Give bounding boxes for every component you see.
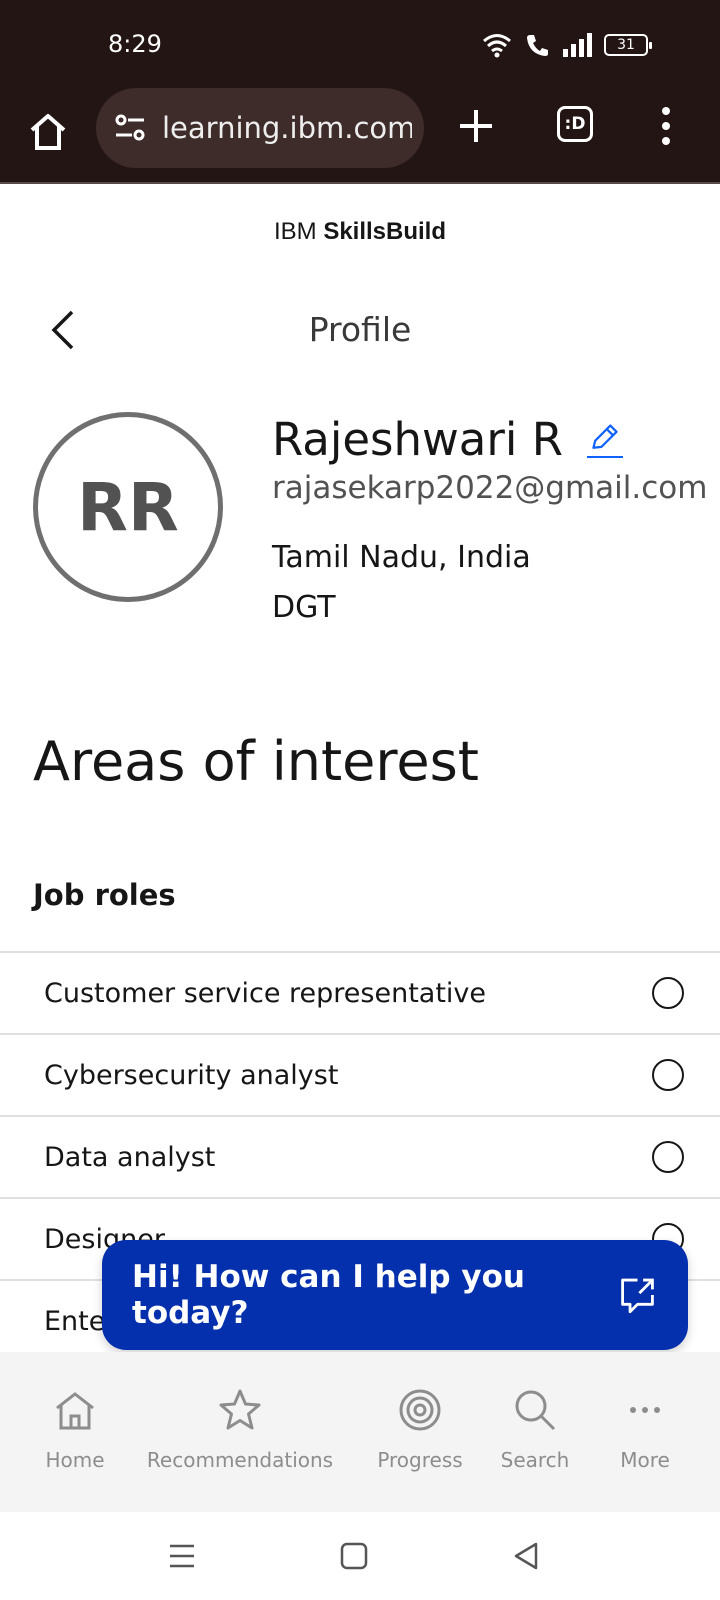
job-role-item[interactable]: Data analyst: [0, 1117, 720, 1199]
job-role-label: Ente: [44, 1305, 106, 1337]
home-icon: [56, 1392, 94, 1430]
job-role-item[interactable]: Cybersecurity analyst: [0, 1035, 720, 1117]
nav-search[interactable]: Search: [495, 1352, 575, 1512]
nav-recommendations[interactable]: Recommendations: [146, 1352, 334, 1512]
chat-assistant-button[interactable]: Hi! How can I help you today?: [102, 1240, 688, 1350]
nav-more-label: More: [620, 1448, 670, 1472]
nav-home[interactable]: Home: [40, 1352, 110, 1512]
bottom-nav: Home Recommendations Progress Search Mor…: [0, 1352, 720, 1512]
recent-apps-icon[interactable]: [166, 1540, 198, 1572]
more-icon: [630, 1407, 660, 1413]
nav-more[interactable]: More: [605, 1352, 685, 1512]
page-title: Profile: [308, 310, 412, 349]
job-role-label: Cybersecurity analyst: [44, 1059, 339, 1091]
nav-recommendations-label: Recommendations: [146, 1448, 334, 1472]
job-roles-heading: Job roles: [33, 878, 176, 912]
profile-email: rajasekarp2022@gmail.com: [272, 470, 708, 506]
job-role-radio[interactable]: [652, 1141, 684, 1173]
signal-icon: [563, 33, 592, 57]
call-icon: [527, 35, 548, 56]
address-bar[interactable]: learning.ibm.com: [96, 88, 424, 168]
nav-home-label: Home: [45, 1448, 105, 1472]
chat-launch-icon: [621, 1278, 654, 1314]
brand-header[interactable]: IBM SkillsBuild: [0, 218, 720, 246]
job-role-item[interactable]: Customer service representative: [0, 953, 720, 1035]
home-icon[interactable]: [28, 108, 68, 156]
system-nav-bar: [0, 1512, 720, 1600]
profile-location: Tamil Nadu, India: [272, 540, 531, 575]
profile-name: Rajeshwari R: [272, 413, 563, 466]
nav-progress[interactable]: Progress: [370, 1352, 470, 1512]
chat-assistant-label: Hi! How can I help you today?: [132, 1259, 525, 1331]
job-role-label: Data analyst: [44, 1141, 216, 1173]
status-time: 8:29: [108, 30, 162, 58]
job-role-radio[interactable]: [652, 1059, 684, 1091]
status-bar: 8:29 31: [0, 0, 720, 88]
plus-icon[interactable]: [458, 108, 494, 144]
job-role-label: Customer service representative: [44, 977, 487, 1009]
brand-prefix: IBM: [273, 218, 317, 245]
areas-of-interest-heading: Areas of interest: [33, 730, 479, 793]
job-role-radio[interactable]: [652, 977, 684, 1009]
overflow-menu-icon[interactable]: [658, 106, 674, 146]
battery-icon: 31: [604, 34, 652, 56]
profile-name-row: Rajeshwari R: [272, 413, 623, 466]
avatar: RR: [33, 412, 223, 602]
profile-organization: DGT: [272, 590, 336, 625]
progress-icon: [399, 1389, 441, 1431]
nav-progress-label: Progress: [377, 1448, 463, 1472]
wifi-icon: [483, 34, 511, 58]
url-text: learning.ibm.com: [162, 111, 412, 145]
browser-toolbar: learning.ibm.com :D: [0, 88, 720, 184]
nav-search-label: Search: [500, 1448, 570, 1472]
brand-name: SkillsBuild: [323, 218, 447, 245]
home-square-icon[interactable]: [338, 1540, 370, 1572]
status-icons: 31: [482, 30, 652, 60]
star-icon: [219, 1389, 261, 1430]
back-triangle-icon[interactable]: [510, 1540, 542, 1572]
search-icon: [515, 1390, 556, 1431]
pencil-icon[interactable]: [586, 422, 623, 458]
site-settings-icon[interactable]: [112, 110, 148, 146]
tab-switcher-button[interactable]: :D: [557, 106, 593, 142]
